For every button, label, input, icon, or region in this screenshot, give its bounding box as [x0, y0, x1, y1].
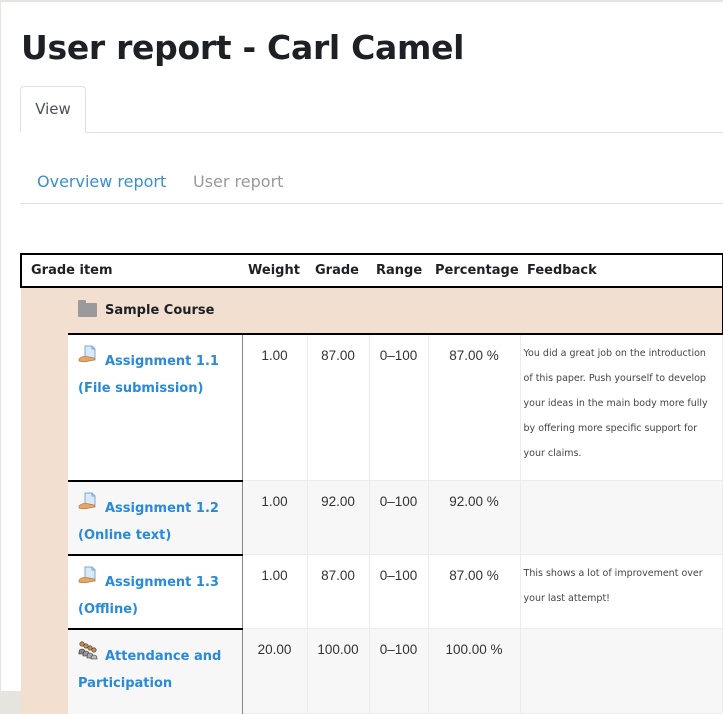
grade-item-cell: Attendance and Participation	[68, 628, 243, 714]
header-range[interactable]: Range	[369, 253, 429, 288]
weight-cell: 20.00	[242, 628, 308, 714]
feedback-cell	[520, 628, 723, 714]
grades-table: Grade item Weight Grade Range Percentage…	[19, 253, 723, 714]
range-cell: 0–100	[369, 554, 429, 629]
grade-item-link-subtitle[interactable]: (File submission)	[78, 381, 203, 396]
feedback-cell: This shows a lot of improvement over you…	[520, 554, 723, 629]
percentage-cell: 100.00 %	[428, 628, 521, 714]
table-header-row: Grade item Weight Grade Range Percentage…	[19, 253, 723, 288]
percentage-cell: 87.00 %	[428, 554, 521, 629]
attendance-icon	[78, 640, 99, 669]
weight-cell: 1.00	[242, 480, 308, 555]
assignment-icon	[78, 566, 99, 595]
grade-item-link[interactable]: Assignment 1.1	[105, 354, 219, 369]
assignment-icon	[78, 492, 99, 521]
range-cell: 0–100	[369, 480, 429, 555]
header-grade-item[interactable]: Grade item	[19, 253, 243, 288]
feedback-cell: You did a great job on the introduction …	[520, 334, 723, 481]
range-cell: 0–100	[369, 628, 429, 714]
assignment-icon	[78, 345, 99, 374]
report-nav: Overview report User report	[20, 162, 723, 204]
header-percentage[interactable]: Percentage	[428, 253, 521, 288]
course-name: Sample Course	[105, 303, 215, 318]
header-grade[interactable]: Grade	[307, 253, 370, 288]
table-row: Assignment 1.2 (Online text) 1.00 92.00 …	[21, 480, 723, 556]
grade-item-link[interactable]: Attendance and	[105, 649, 221, 664]
range-cell: 0–100	[369, 334, 429, 481]
overview-report-link[interactable]: Overview report	[37, 172, 166, 191]
table-row: Attendance and Participation 20.00 100.0…	[21, 628, 723, 714]
grade-item-cell: Assignment 1.2 (Online text)	[68, 480, 243, 556]
grade-cell: 87.00	[307, 334, 370, 481]
tab-view[interactable]: View	[20, 86, 86, 133]
grade-cell: 92.00	[307, 480, 370, 555]
course-category-cell: Sample Course	[68, 286, 723, 335]
feedback-cell	[520, 480, 723, 555]
page-title: User report - Carl Camel	[21, 28, 465, 67]
table-row: Assignment 1.1 (File submission) 1.00 87…	[21, 334, 723, 482]
grade-cell: 100.00	[307, 628, 370, 714]
percentage-cell: 92.00 %	[428, 480, 521, 555]
header-weight[interactable]: Weight	[242, 253, 308, 288]
category-indent	[21, 286, 68, 714]
grade-item-link[interactable]: Assignment 1.2	[105, 501, 219, 516]
grade-item-link-subtitle[interactable]: (Online text)	[78, 528, 171, 543]
course-row: Sample Course	[21, 286, 723, 714]
grade-item-cell: Assignment 1.1 (File submission)	[68, 334, 243, 482]
percentage-cell: 87.00 %	[428, 334, 521, 481]
grade-item-link-subtitle[interactable]: Participation	[78, 676, 172, 691]
tab-bar: View	[20, 86, 723, 133]
table-row: Assignment 1.3 (Offline) 1.00 87.00 0–10…	[21, 554, 723, 630]
weight-cell: 1.00	[242, 554, 308, 629]
grade-item-cell: Assignment 1.3 (Offline)	[68, 554, 243, 630]
user-report-link[interactable]: User report	[193, 172, 283, 191]
folder-icon	[78, 299, 97, 317]
weight-cell: 1.00	[242, 334, 308, 481]
grade-item-link[interactable]: Assignment 1.3	[105, 575, 219, 590]
grade-item-link-subtitle[interactable]: (Offline)	[78, 602, 138, 617]
header-feedback[interactable]: Feedback	[520, 253, 723, 288]
grade-cell: 87.00	[307, 554, 370, 629]
